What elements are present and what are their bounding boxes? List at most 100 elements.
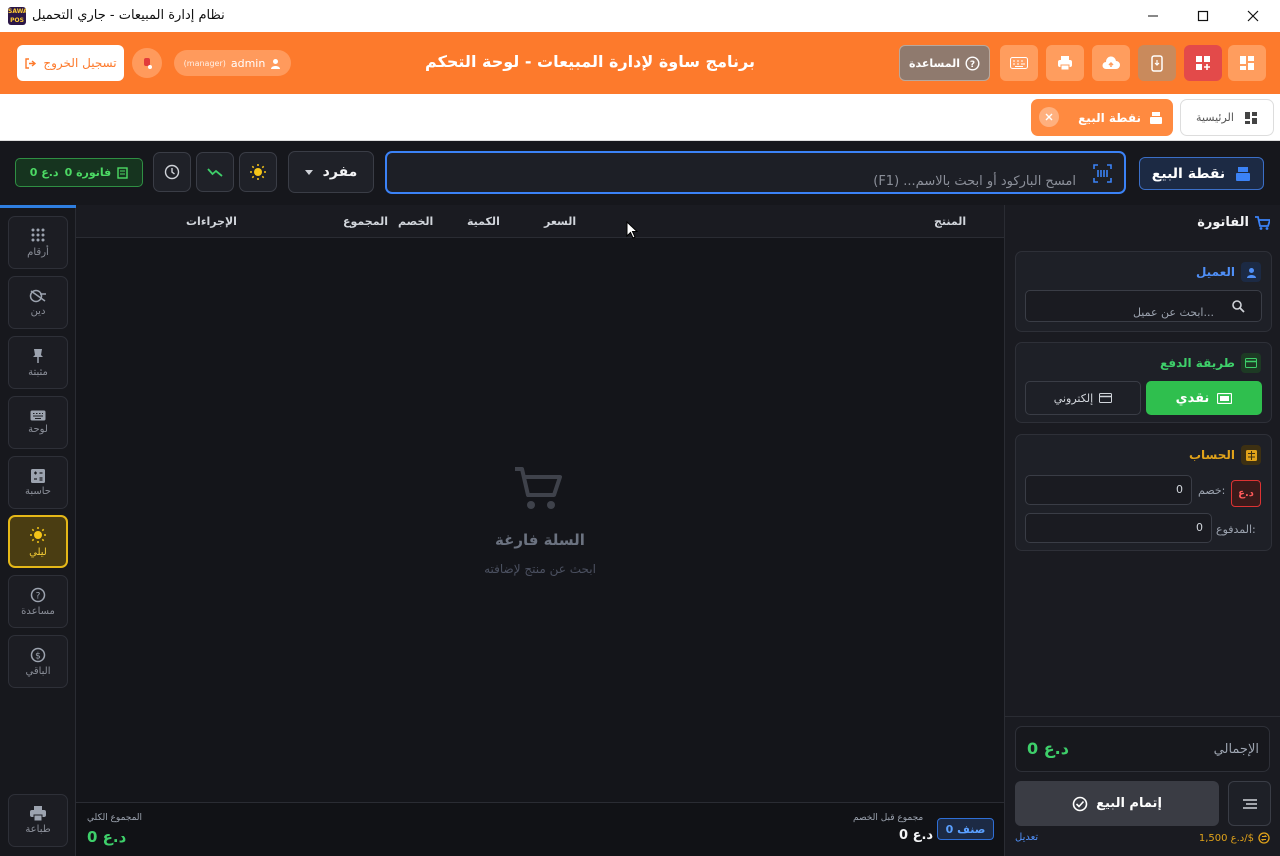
column-quantity: الكمية [467,215,500,228]
discount-input[interactable]: 0 [1025,475,1192,505]
app-title: برنامج ساوة لإدارة المبيعات - لوحة التحك… [425,52,755,71]
complete-sale-button[interactable]: إتمام البيع [1015,781,1219,826]
history-button[interactable] [153,152,191,192]
trend-button[interactable] [196,152,234,192]
mobile-button[interactable] [1138,45,1176,81]
sidebar-item-help[interactable]: ? مساعدة [8,575,68,628]
sidebar-item-keyboard[interactable]: لوحة [8,396,68,449]
exchange-rate-value: 1,500 د.ع/$ [1198,832,1254,844]
invoice-title: الفاتورة [1197,215,1249,230]
paid-value: 0 [1196,521,1203,534]
discount-value: 0 [1176,483,1183,496]
sidebar-item-numbers[interactable]: أرقام [8,216,68,269]
notes-icon [1242,798,1257,809]
printer-icon [30,806,46,821]
payment-electronic-button[interactable]: إلكتروني [1025,381,1141,415]
search-icon [1232,300,1245,313]
sidebar-item-change[interactable]: $ الباقي [8,635,68,688]
close-window-button[interactable] [1230,0,1276,32]
minimize-button[interactable] [1130,0,1176,32]
credit-card-icon [1245,358,1257,368]
unit-select-value: مفرد [322,164,358,180]
pos-toolbar: 0 د.ع 0 فاتورة مفرد امسح الباركود أو ابح… [0,141,1280,205]
customer-card: العميل ابحث عن عميل... [1015,251,1272,332]
paid-input[interactable]: 0 [1025,513,1212,543]
divider [1005,716,1280,717]
notifications-button[interactable] [132,48,162,78]
sun-icon [250,164,266,180]
tab-pos[interactable]: نقطة البيع [1031,99,1173,136]
edit-rate-link[interactable]: تعديل [1015,832,1038,843]
svg-text:?: ? [970,60,975,70]
help-button[interactable]: المساعدة ? [899,45,990,81]
theme-toggle-button[interactable] [239,152,277,192]
notes-button[interactable] [1228,781,1271,826]
add-widget-button[interactable] [1184,45,1222,81]
close-icon [1045,113,1053,121]
grand-total-label: المجموع الكلي [87,813,143,823]
keyboard-button[interactable] [1000,45,1038,81]
logout-button[interactable]: تسجيل الخروج [17,45,124,81]
invoice-total: 0 د.ع [29,166,59,179]
payment-method-card: طريقة الدفع نقدي إلكتروني [1015,342,1272,423]
sidebar-item-night-mode[interactable]: ليلي [8,515,68,568]
product-search-input[interactable]: امسح الباركود أو ابحث بالاسم... (F1) [385,151,1126,194]
sidebar-item-pinned[interactable]: مثبتة [8,336,68,389]
customer-card-icon [1241,262,1261,282]
column-total: المجموع [343,215,388,228]
customer-search-placeholder: ابحث عن عميل... [1132,306,1214,319]
cart-summary-footer: المجموع الكلي 0 د.ع مجموع قبل الخصم 0 د.… [76,802,1004,856]
electronic-label: إلكتروني [1053,391,1094,405]
logout-label: تسجيل الخروج [43,56,117,70]
cloud-upload-button[interactable] [1092,45,1130,81]
account-card-icon [1241,445,1261,465]
tab-close-button[interactable] [1039,107,1059,127]
sidebar-item-debt[interactable]: دين [8,276,68,329]
tab-pos-label: نقطة البيع [1078,110,1141,125]
debt-icon [29,289,46,302]
grand-total-value: 0 د.ع [87,828,127,846]
customer-search-input[interactable]: ابحث عن عميل... [1025,290,1262,322]
tab-home[interactable]: الرئيسية [1180,99,1274,136]
payment-cash-button[interactable]: نقدي [1146,381,1262,415]
app-header: تسجيل الخروج (manager) admin برنامج ساوة… [0,32,1280,94]
invoice-counter-badge[interactable]: 0 د.ع 0 فاتورة [15,158,143,187]
discount-label: خصم: [1198,484,1226,497]
total-box: الإجمالي 0 د.ع [1015,726,1270,772]
account-card: الحساب د.ع خصم: 0 المدفوع: 0 [1015,434,1272,551]
print-header-button[interactable] [1046,45,1084,81]
maximize-button[interactable] [1180,0,1226,32]
search-placeholder: امسح الباركود أو ابحث بالاسم... (F1) [873,174,1076,189]
exchange-rate: 1,500 د.ع/$ [1199,832,1270,844]
column-price: السعر [544,215,577,228]
barcode-scan-icon[interactable] [1093,164,1112,183]
dashboard-add-icon [1196,56,1210,70]
unit-select[interactable]: مفرد [288,151,374,193]
trend-icon [207,168,223,177]
shopping-cart-icon [515,467,562,509]
keyboard-icon [30,410,46,421]
pos-title: نقطة البيع [1151,165,1226,182]
sidebar-item-label: أرقام [27,246,49,258]
sidebar-item-calculator[interactable]: حاسبة [8,456,68,509]
payment-title: طريقة الدفع [1160,356,1235,370]
sidebar-item-label: ليلي [29,546,47,558]
sidebar-item-label: حاسبة [25,485,51,497]
user-chip[interactable]: (manager) admin [174,50,291,76]
cart-table: المنتج السعر الكمية الخصم المجموع الإجرا… [76,205,1004,802]
column-discount: الخصم [398,215,434,228]
keypad-icon [31,228,45,241]
user-name: admin [230,56,266,70]
calculator-icon [31,468,45,483]
cloud-upload-icon [1102,56,1120,69]
empty-cart-state: السلة فارغة ابحث عن منتج لإضافته [76,463,1004,583]
svg-text:$: $ [35,651,41,661]
cart-table-header: المنتج السعر الكمية الخصم المجموع الإجرا… [76,205,1004,238]
dashboard-button[interactable] [1228,45,1266,81]
subtotal-value: 0 د.ع [899,828,934,843]
items-count-badge: 0 صنف [937,818,994,840]
sidebar-item-print[interactable]: طباعة [8,794,68,847]
currency-toggle-badge[interactable]: د.ع [1231,480,1261,507]
column-product: المنتج [934,215,967,228]
history-icon [164,164,180,180]
